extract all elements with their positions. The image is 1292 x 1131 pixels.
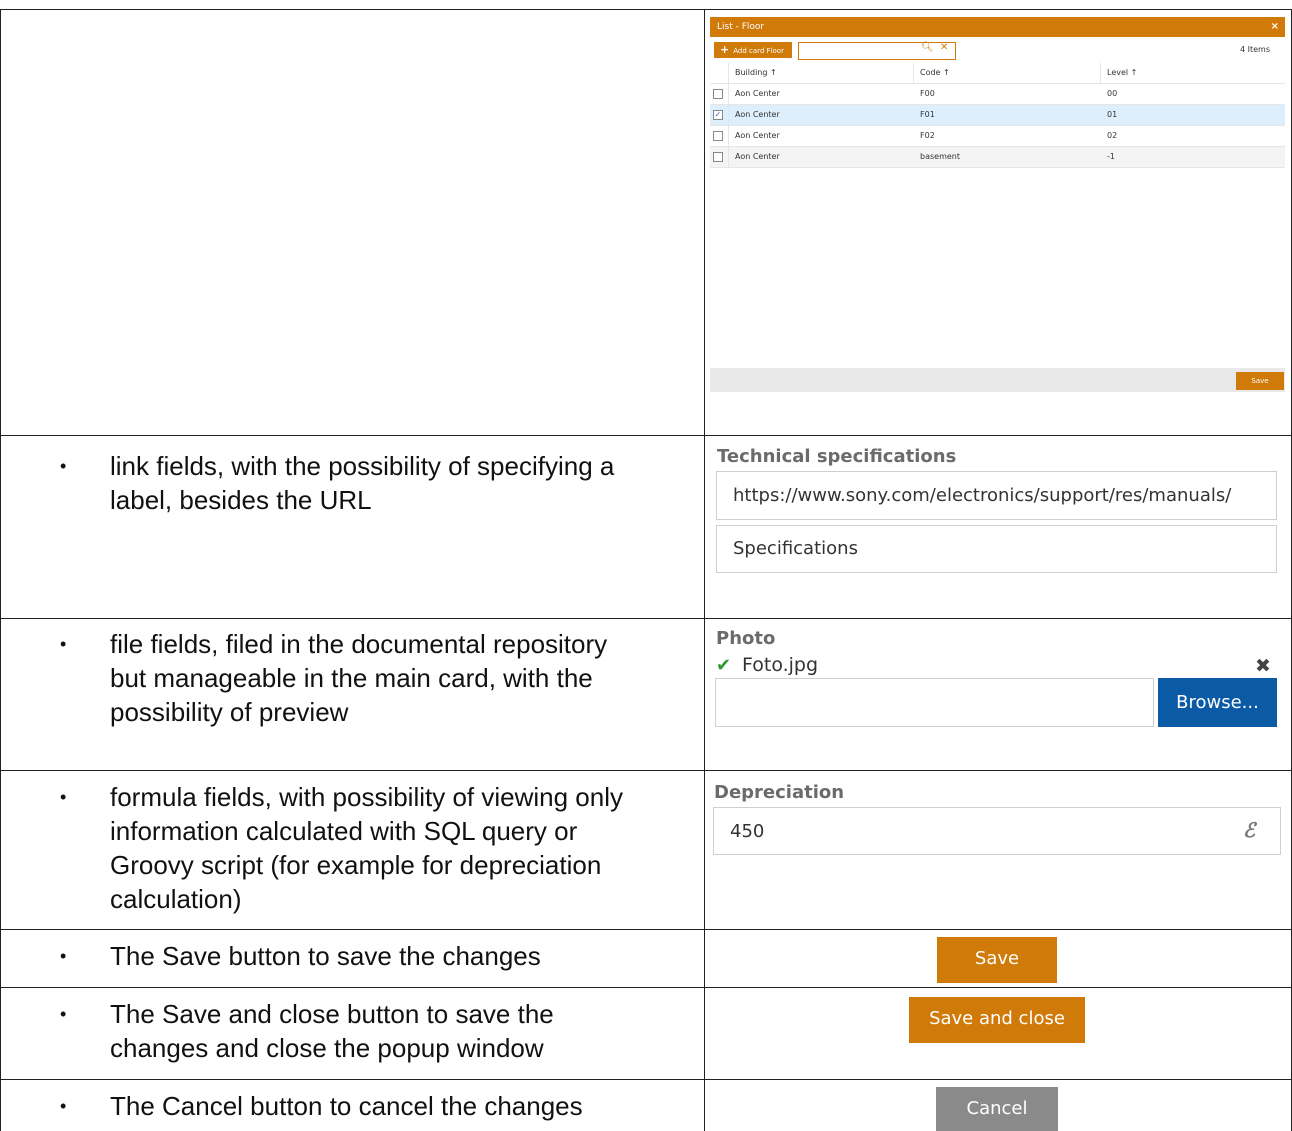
row-text-save-close: • The Save and close button to save the … <box>60 997 640 1065</box>
row-divider-3 <box>0 770 1292 771</box>
floor-list-window: List - Floor × + Add card Floor 🔍︎ ✕ 4 It… <box>710 17 1285 392</box>
row-checkbox[interactable] <box>713 89 723 99</box>
table-row[interactable]: Aon Center F00 00 <box>710 84 1285 105</box>
bullet: • <box>60 1096 67 1116</box>
list-toolbar: + Add card Floor 🔍︎ ✕ 4 Items <box>710 37 1285 63</box>
formula-field-label: Depreciation <box>714 782 845 803</box>
column-header-level[interactable]: Level ↑ <box>1107 63 1137 83</box>
cancel-button[interactable]: Cancel <box>936 1087 1058 1131</box>
list-window-titlebar: List - Floor × <box>710 17 1285 37</box>
check-icon: ✔ <box>716 655 732 676</box>
list-header-row: Building ↑ Code ↑ Level ↑ <box>710 63 1285 84</box>
row-text-file-fields: • file fields, filed in the documental r… <box>60 627 640 729</box>
bullet: • <box>60 456 67 476</box>
file-field-label: Photo <box>716 628 776 649</box>
cell-building: Aon Center <box>735 152 780 161</box>
add-card-button[interactable]: + Add card Floor <box>714 42 792 58</box>
link-url-input[interactable]: https://www.sony.com/electronics/support… <box>716 471 1277 520</box>
description-text: The Cancel button to cancel the changes <box>110 1091 583 1121</box>
file-name-link[interactable]: Foto.jpg <box>742 654 818 676</box>
link-label-input[interactable]: Specifications <box>716 525 1277 573</box>
cell-code: basement <box>920 152 960 161</box>
browse-button[interactable]: Browse... <box>1158 678 1277 727</box>
search-icon[interactable]: 🔍︎ <box>921 42 934 53</box>
row-divider-2 <box>0 618 1292 619</box>
file-path-input[interactable] <box>715 678 1154 727</box>
column-header-code[interactable]: Code ↑ <box>920 63 950 83</box>
list-save-button[interactable]: Save <box>1236 372 1284 390</box>
row-checkbox-checked[interactable]: ✓ <box>713 110 723 120</box>
row-checkbox[interactable] <box>713 131 723 141</box>
item-count: 4 Items <box>1239 45 1270 54</box>
cell-code: F00 <box>920 89 935 98</box>
cell-code: F02 <box>920 131 935 140</box>
table-border-mid <box>704 9 705 1131</box>
row-text-link-fields: • link fields, with the possibility of s… <box>60 449 640 517</box>
formula-value-field: 450 <box>713 807 1281 855</box>
formula-icon: ℰ <box>1243 818 1256 842</box>
cell-building: Aon Center <box>735 89 780 98</box>
bullet: • <box>60 946 67 966</box>
cell-building: Aon Center <box>735 110 780 119</box>
clear-search-icon[interactable]: ✕ <box>940 42 948 53</box>
row-text-save: • The Save button to save the changes <box>60 939 640 973</box>
row-checkbox[interactable] <box>713 152 723 162</box>
description-text: The Save and close button to save the ch… <box>110 999 554 1063</box>
list-footer: Save <box>710 368 1285 392</box>
save-and-close-button[interactable]: Save and close <box>909 997 1085 1043</box>
row-divider-5 <box>0 987 1292 988</box>
table-row[interactable]: Aon Center F02 02 <box>710 126 1285 147</box>
description-text: The Save button to save the changes <box>110 941 541 971</box>
list-window-title: List - Floor <box>717 22 765 32</box>
close-icon[interactable]: × <box>1271 17 1279 37</box>
cell-level: 00 <box>1107 89 1118 98</box>
description-text: formula fields, with possibility of view… <box>110 782 623 914</box>
save-button[interactable]: Save <box>937 937 1057 983</box>
cell-level: 02 <box>1107 131 1118 140</box>
plus-icon: + <box>720 43 730 56</box>
table-row[interactable]: Aon Center basement -1 <box>710 147 1285 168</box>
bullet: • <box>60 787 67 807</box>
cell-level: 01 <box>1107 110 1118 119</box>
row-divider-1 <box>0 435 1292 436</box>
description-text: file fields, filed in the documental rep… <box>110 629 608 727</box>
cell-code: F01 <box>920 110 935 119</box>
description-text: link fields, with the possibility of spe… <box>110 451 615 515</box>
row-divider-0 <box>0 9 1292 10</box>
formula-value: 450 <box>730 821 765 842</box>
cell-level: -1 <box>1107 152 1115 161</box>
column-header-building[interactable]: Building ↑ <box>735 63 777 83</box>
table-row[interactable]: ✓ Aon Center F01 01 <box>710 105 1285 126</box>
row-divider-6 <box>0 1079 1292 1080</box>
row-text-formula-fields: • formula fields, with possibility of vi… <box>60 780 640 916</box>
row-divider-4 <box>0 929 1292 930</box>
bullet: • <box>60 634 67 654</box>
table-border-left <box>0 9 1 1131</box>
cell-building: Aon Center <box>735 131 780 140</box>
bullet: • <box>60 1004 67 1024</box>
remove-file-icon[interactable]: ✖ <box>1255 655 1271 677</box>
row-text-cancel: • The Cancel button to cancel the change… <box>60 1089 640 1123</box>
add-card-label: Add card Floor <box>733 47 784 55</box>
link-field-label: Technical specifications <box>717 446 957 467</box>
